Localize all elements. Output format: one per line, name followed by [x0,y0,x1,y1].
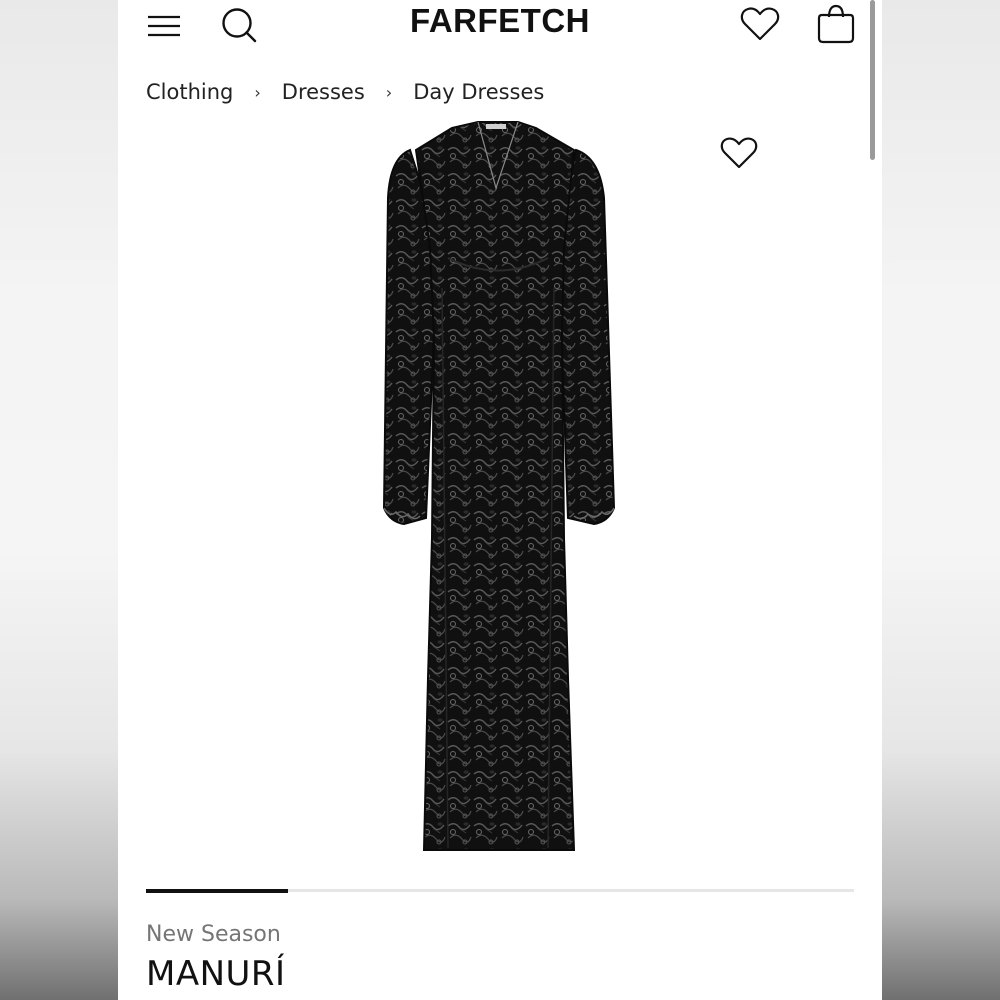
heart-icon[interactable] [740,6,780,42]
breadcrumb-dresses[interactable]: Dresses [282,80,365,104]
breadcrumb-separator: › [385,82,393,102]
product-page: FARFETCH Clothing › Dresses › Day Dresse… [118,0,882,1000]
top-navigation: FARFETCH [118,0,882,60]
breadcrumb: Clothing › Dresses › Day Dresses [146,76,544,108]
product-image[interactable] [368,118,628,858]
product-brand[interactable]: MANURÍ [146,954,286,994]
search-icon[interactable] [220,6,258,44]
right-background [882,0,1000,1000]
shopping-bag-icon[interactable] [816,4,856,44]
farfetch-logo[interactable]: FARFETCH [350,2,650,40]
season-label: New Season [146,922,281,947]
breadcrumb-day-dresses[interactable]: Day Dresses [413,80,544,104]
heart-icon[interactable] [720,136,758,170]
carousel-progress-fill [146,889,288,893]
breadcrumb-clothing[interactable]: Clothing [146,80,233,104]
left-background [0,0,118,1000]
breadcrumb-separator: › [254,82,261,102]
image-carousel-progress [146,889,854,893]
menu-icon[interactable] [146,8,182,44]
